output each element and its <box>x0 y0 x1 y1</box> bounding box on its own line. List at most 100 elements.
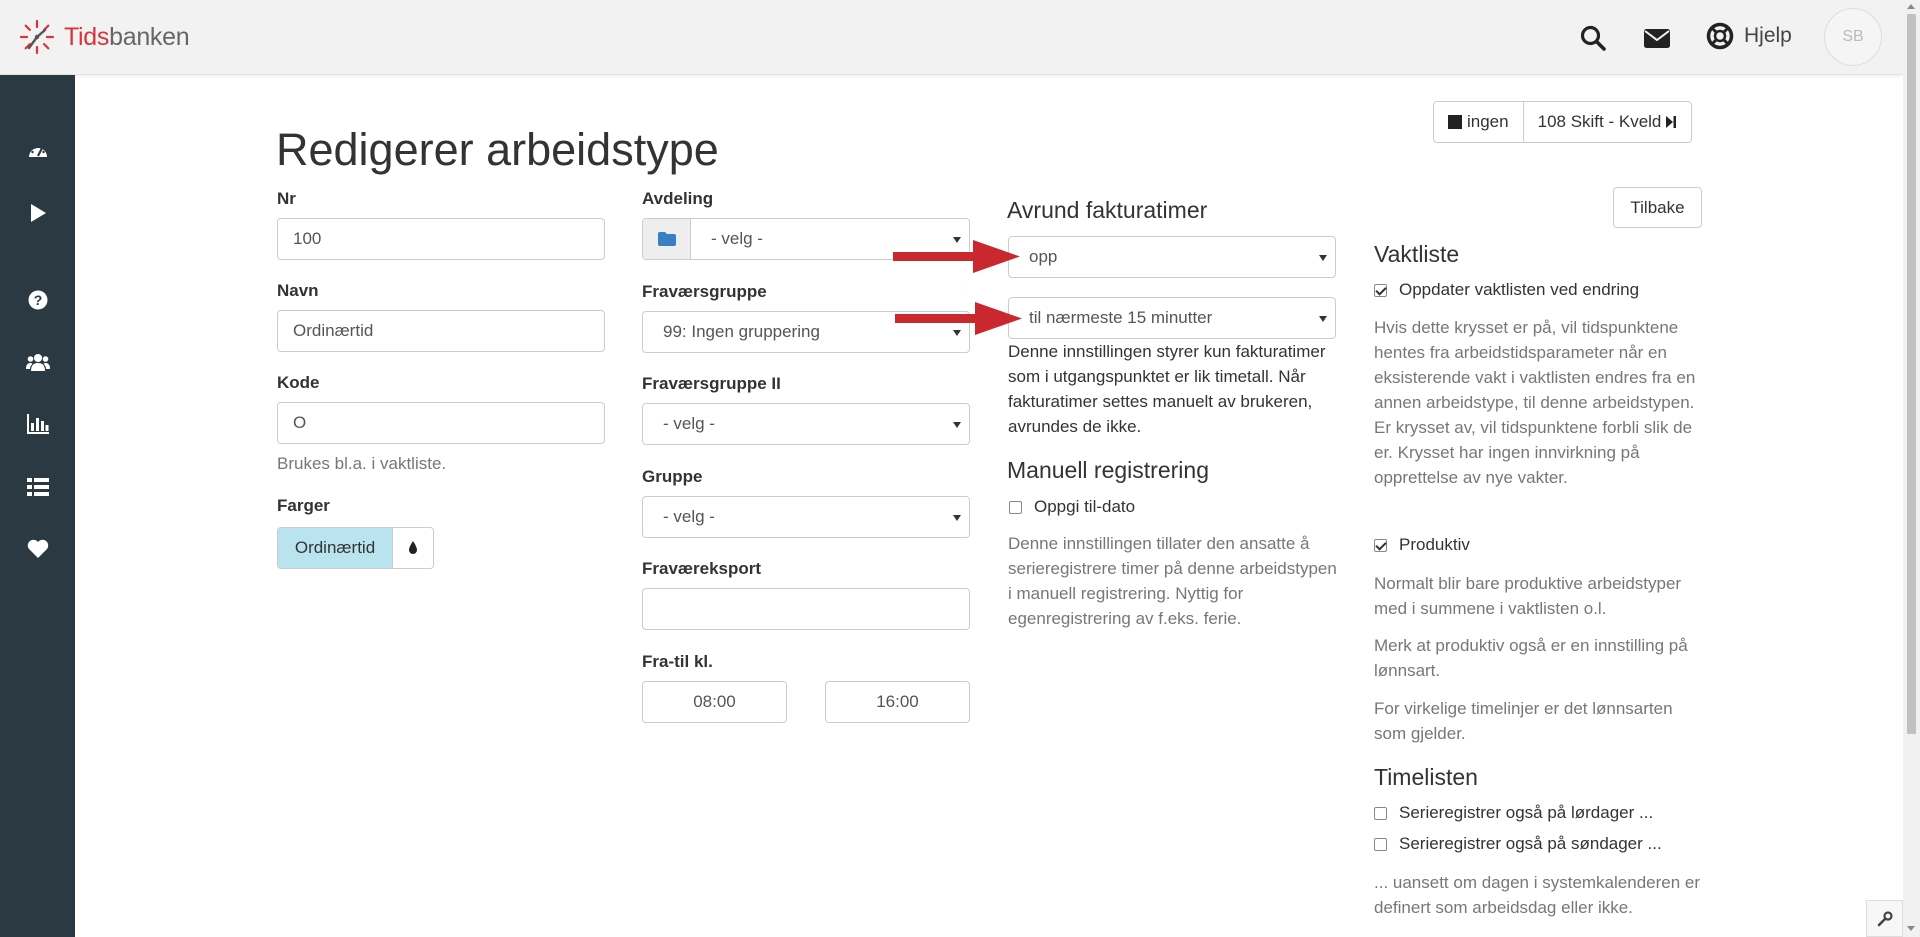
sidebar-item-favorites[interactable] <box>0 527 75 571</box>
checkbox-box[interactable] <box>1374 538 1387 552</box>
help-label: Hjelp <box>1744 24 1792 47</box>
sidebar-item-help[interactable]: ? <box>0 278 75 322</box>
sidebar-item-play[interactable] <box>0 191 75 235</box>
timelisten-title: Timelisten <box>1374 764 1478 790</box>
fratil-label: Fra-til kl. <box>642 652 713 671</box>
sidebar-item-dashboard[interactable] <box>0 130 75 174</box>
scroll-down-icon[interactable] <box>1907 926 1915 931</box>
fravaereksport-input[interactable] <box>642 588 970 630</box>
page-title: Redigerer arbeidstype <box>276 124 719 175</box>
annotation-arrow-icon <box>893 240 1020 273</box>
rounding-direction-value: opp <box>1029 247 1058 266</box>
rounding-direction-select[interactable]: opp <box>1008 236 1336 278</box>
step-forward-icon <box>1666 116 1677 128</box>
chevron-down-icon <box>1319 316 1327 322</box>
dashboard-icon <box>28 146 47 157</box>
saturday-label: Serieregistrer også på lørdager ... <box>1399 803 1654 822</box>
kode-label: Kode <box>277 373 320 392</box>
nr-label: Nr <box>277 189 296 208</box>
gruppe-select[interactable]: - velg - <box>642 496 970 538</box>
rounding-interval-select[interactable]: til nærmeste 15 minutter <box>1008 297 1336 339</box>
rounding-interval-value: til nærmeste 15 minutter <box>1029 308 1213 327</box>
annotation-arrow-icon <box>895 302 1022 335</box>
manual-title: Manuell registrering <box>1007 457 1209 483</box>
checkbox-box[interactable] <box>1374 283 1387 297</box>
kode-help: Brukes bl.a. i vaktliste. <box>277 454 447 473</box>
fravaersgruppe2-label: Fraværsgruppe II <box>642 374 781 393</box>
scrollbar-thumb[interactable] <box>1907 14 1916 734</box>
nav-none-button[interactable]: ingen <box>1434 102 1523 142</box>
help-button[interactable]: Hjelp <box>1706 22 1792 50</box>
produktiv-help-2: Merk at produktiv også er en innstilling… <box>1374 636 1688 680</box>
nav-next-label: 108 Skift - Kveld <box>1537 112 1662 131</box>
manual-help: Denne innstillingen tillater den ansatte… <box>1008 534 1337 628</box>
produktiv-label: Produktiv <box>1399 535 1470 554</box>
folder-icon <box>657 232 676 246</box>
rounding-help: Denne innstillingen styrer kun fakturati… <box>1008 342 1326 436</box>
mail-icon[interactable] <box>1643 24 1671 52</box>
sidebar-item-users[interactable] <box>0 340 75 384</box>
sidebar-item-list[interactable] <box>0 465 75 509</box>
folder-addon <box>643 219 691 259</box>
manual-todate-checkbox[interactable]: Oppgi til-dato <box>1009 497 1135 517</box>
rounding-title: Avrund fakturatimer <box>1007 197 1208 223</box>
til-time-input[interactable]: 16:00 <box>825 681 970 723</box>
fravaersgruppe2-value: - velg - <box>663 414 715 433</box>
nav-next-button[interactable]: 108 Skift - Kveld <box>1522 102 1692 142</box>
timelisten-help: ... uansett om dagen i systemkalenderen … <box>1374 873 1701 917</box>
chevron-down-icon <box>953 515 961 521</box>
color-selector: Ordinærtid <box>277 527 434 569</box>
brand-name: Tidsbanken <box>64 22 190 51</box>
fravaersgruppe-label: Fraværsgruppe <box>642 282 767 301</box>
settings-wrench-button[interactable] <box>1866 900 1903 937</box>
page-scrollbar[interactable] <box>1903 0 1920 937</box>
color-picker-button[interactable] <box>392 528 433 568</box>
farger-label: Farger <box>277 496 330 515</box>
nr-input[interactable]: 100 <box>277 218 605 260</box>
checkbox-box[interactable] <box>1374 837 1387 851</box>
produktiv-help-3: For virkelige timelinjer er det lønnsart… <box>1374 699 1673 743</box>
users-icon <box>25 354 50 371</box>
top-navbar: Tidsbanken Hjelp SB <box>0 0 1903 75</box>
chart-icon <box>26 414 49 434</box>
logo-mark-icon <box>19 19 55 55</box>
sidebar-item-reports[interactable] <box>0 402 75 446</box>
fra-time-input[interactable]: 08:00 <box>642 681 787 723</box>
produktiv-checkbox[interactable]: Produktiv <box>1374 535 1470 555</box>
sunday-checkbox[interactable]: Serieregistrer også på søndager ... <box>1374 834 1662 854</box>
help-icon: ? <box>28 290 47 310</box>
fravaersgruppe2-select[interactable]: - velg - <box>642 403 970 445</box>
record-navigation: ingen 108 Skift - Kveld <box>1433 101 1693 143</box>
stop-icon <box>1448 115 1462 129</box>
manual-todate-label: Oppgi til-dato <box>1034 497 1136 516</box>
fravaersgruppe-value: 99: Ingen gruppering <box>663 322 820 341</box>
color-chip[interactable]: Ordinærtid <box>278 528 392 568</box>
navn-input[interactable]: Ordinærtid <box>277 310 605 352</box>
heart-icon <box>27 539 48 558</box>
svg-text:?: ? <box>33 292 42 308</box>
kode-input[interactable]: O <box>277 402 605 444</box>
list-icon <box>26 478 49 496</box>
fravaereksport-label: Fraværeksport <box>642 559 762 578</box>
produktiv-help-1: Normalt blir bare produktive arbeidstype… <box>1374 574 1682 618</box>
wrench-icon <box>1877 910 1893 926</box>
saturday-checkbox[interactable]: Serieregistrer også på lørdager ... <box>1374 803 1653 823</box>
navn-label: Navn <box>277 281 319 300</box>
vaktliste-update-label: Oppdater vaktlisten ved endring <box>1399 280 1640 299</box>
gruppe-value: - velg - <box>663 507 715 526</box>
vaktliste-update-checkbox[interactable]: Oppdater vaktlisten ved endring <box>1374 280 1639 300</box>
checkbox-box[interactable] <box>1374 806 1387 820</box>
brand-logo[interactable]: Tidsbanken <box>18 18 190 56</box>
chevron-down-icon <box>1319 255 1327 261</box>
avdeling-label: Avdeling <box>642 189 714 208</box>
checkbox-box[interactable] <box>1009 500 1022 514</box>
sidebar: ? <box>0 75 75 937</box>
back-button[interactable]: Tilbake <box>1613 187 1702 228</box>
vaktliste-update-help: Hvis dette krysset er på, vil tidspunkte… <box>1374 318 1696 487</box>
scroll-up-icon[interactable] <box>1907 4 1915 9</box>
tint-icon <box>409 541 417 554</box>
search-icon[interactable] <box>1579 24 1607 52</box>
vaktliste-title: Vaktliste <box>1374 241 1460 267</box>
user-avatar[interactable]: SB <box>1824 8 1882 66</box>
lifebuoy-icon <box>1706 22 1734 50</box>
